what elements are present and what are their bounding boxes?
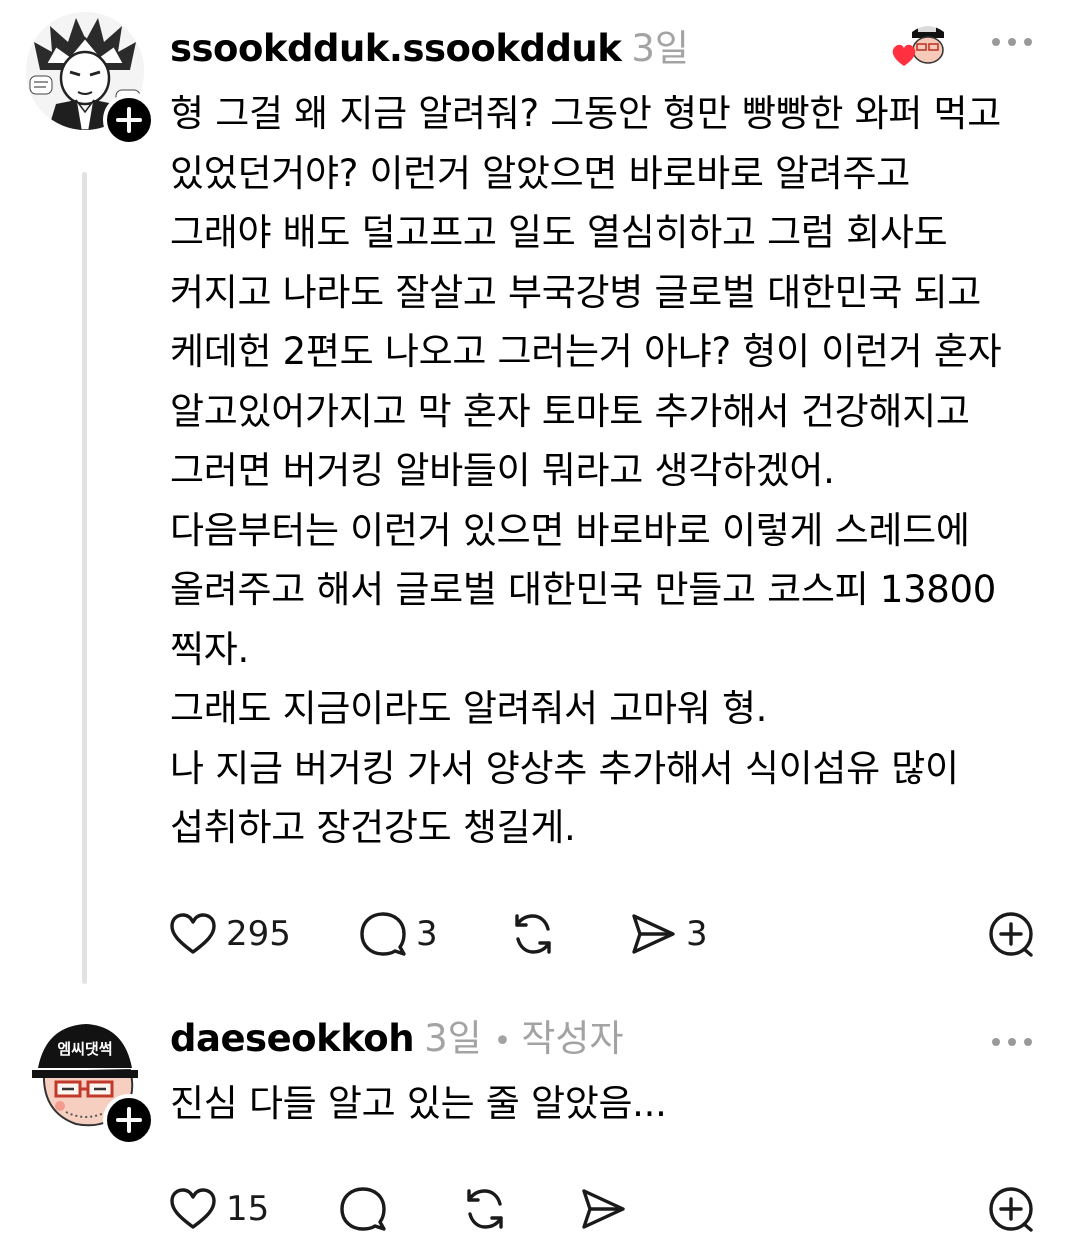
action-bar: 295 3 3	[168, 908, 1038, 960]
follow-button[interactable]	[103, 1094, 155, 1146]
quote-button[interactable]	[986, 1183, 1036, 1235]
text-line: 형 그걸 왜 지금 알려줘? 그동안 형만 빵빵한 와퍼 먹고	[170, 92, 1002, 135]
timestamp[interactable]: 3일	[631, 18, 689, 72]
heart-icon	[170, 913, 216, 954]
more-options-icon[interactable]	[990, 1034, 1034, 1050]
plus-icon	[116, 1107, 142, 1133]
text-line: 다음부터는 이런거 있으면 바로바로 이렇게 스레드에	[170, 508, 970, 552]
text-line: 섭취하고 장건강도 챙길게.	[170, 806, 576, 849]
text-line: 커지고 나라도 잘살고 부국강병 글로벌 대한민국 되고	[170, 270, 982, 314]
timestamp[interactable]: 3일	[424, 1008, 482, 1062]
share-count: 3	[686, 914, 708, 954]
comment-item: 엠씨댓썩 daeseokkoh 3일 • 작성자 진심 다들 알고 있는 줄 알…	[0, 990, 1080, 1249]
follow-button[interactable]	[103, 94, 155, 146]
send-icon	[632, 914, 675, 954]
username[interactable]: ssookdduk.ssookdduk	[170, 27, 622, 70]
more-options-icon[interactable]	[990, 34, 1034, 50]
action-bar: 15	[168, 1183, 1038, 1235]
plus-icon	[116, 107, 142, 133]
like-button[interactable]: 295	[168, 908, 291, 960]
send-icon	[582, 1189, 625, 1229]
repost-icon	[515, 914, 551, 954]
speech-bubble-icon	[360, 912, 406, 956]
reply-button[interactable]: 3	[358, 908, 438, 960]
separator: •	[493, 1024, 512, 1059]
like-count: 15	[226, 1189, 270, 1229]
like-count: 295	[226, 914, 291, 954]
comment-item: ssookdduk.ssookdduk 3일 형 그걸 왜 지금 알려줘? 그동…	[0, 0, 1080, 990]
comment-header: daeseokkoh 3일 • 작성자	[170, 1008, 624, 1062]
reply-count: 3	[416, 914, 438, 954]
add-circle-icon	[989, 1187, 1033, 1232]
share-button[interactable]: 3	[628, 908, 708, 960]
reply-button[interactable]	[338, 1183, 388, 1235]
text-line: 그래도 지금이라도 알려줘서 고마워 형.	[170, 687, 768, 730]
author-heart-avatar-icon	[892, 26, 944, 66]
quote-button[interactable]	[986, 908, 1036, 960]
text-line: 올려주고 해서 글로벌 대한민국 만들고 코스피 13800	[170, 568, 997, 611]
share-button[interactable]	[578, 1183, 628, 1235]
comment-text: 진심 다들 알고 있는 줄 알았음...	[170, 1074, 1050, 1134]
text-line: 나 지금 버거킹 가서 양상추 추가해서 식이섬유 많이	[170, 746, 959, 790]
username[interactable]: daeseokkoh	[170, 1017, 415, 1060]
text-line: 있었던거야? 이런거 알았으면 바로바로 알려주고	[170, 151, 910, 195]
repost-button[interactable]	[508, 908, 558, 960]
text-line: 진심 다들 알고 있는 줄 알았음...	[170, 1082, 667, 1125]
comment-text: 형 그걸 왜 지금 알려줘? 그동안 형만 빵빵한 와퍼 먹고 있었던거야? 이…	[170, 84, 1050, 858]
add-circle-icon	[989, 912, 1033, 957]
like-button[interactable]: 15	[168, 1183, 269, 1235]
text-line: 찍자.	[170, 627, 249, 671]
cap-text: 엠씨댓썩	[57, 1040, 112, 1058]
comment-header: ssookdduk.ssookdduk 3일	[170, 18, 689, 72]
repost-button[interactable]	[460, 1183, 510, 1235]
heart-icon	[170, 1188, 216, 1229]
thread-line	[82, 172, 87, 984]
repost-icon	[467, 1189, 503, 1229]
author-badge: 작성자	[521, 1017, 624, 1060]
text-line: 알고있어가지고 막 혼자 토마토 추가해서 건강해지고	[170, 389, 970, 433]
text-line: 그래야 배도 덜고프고 일도 열심히하고 그럼 회사도	[170, 211, 948, 254]
text-line: 그러면 버거킹 알바들이 뭐라고 생각하겠어.	[170, 449, 835, 492]
speech-bubble-icon	[340, 1187, 386, 1231]
text-line: 케데헌 2편도 나오고 그러는거 아냐? 형이 이런거 혼자	[170, 330, 1002, 373]
